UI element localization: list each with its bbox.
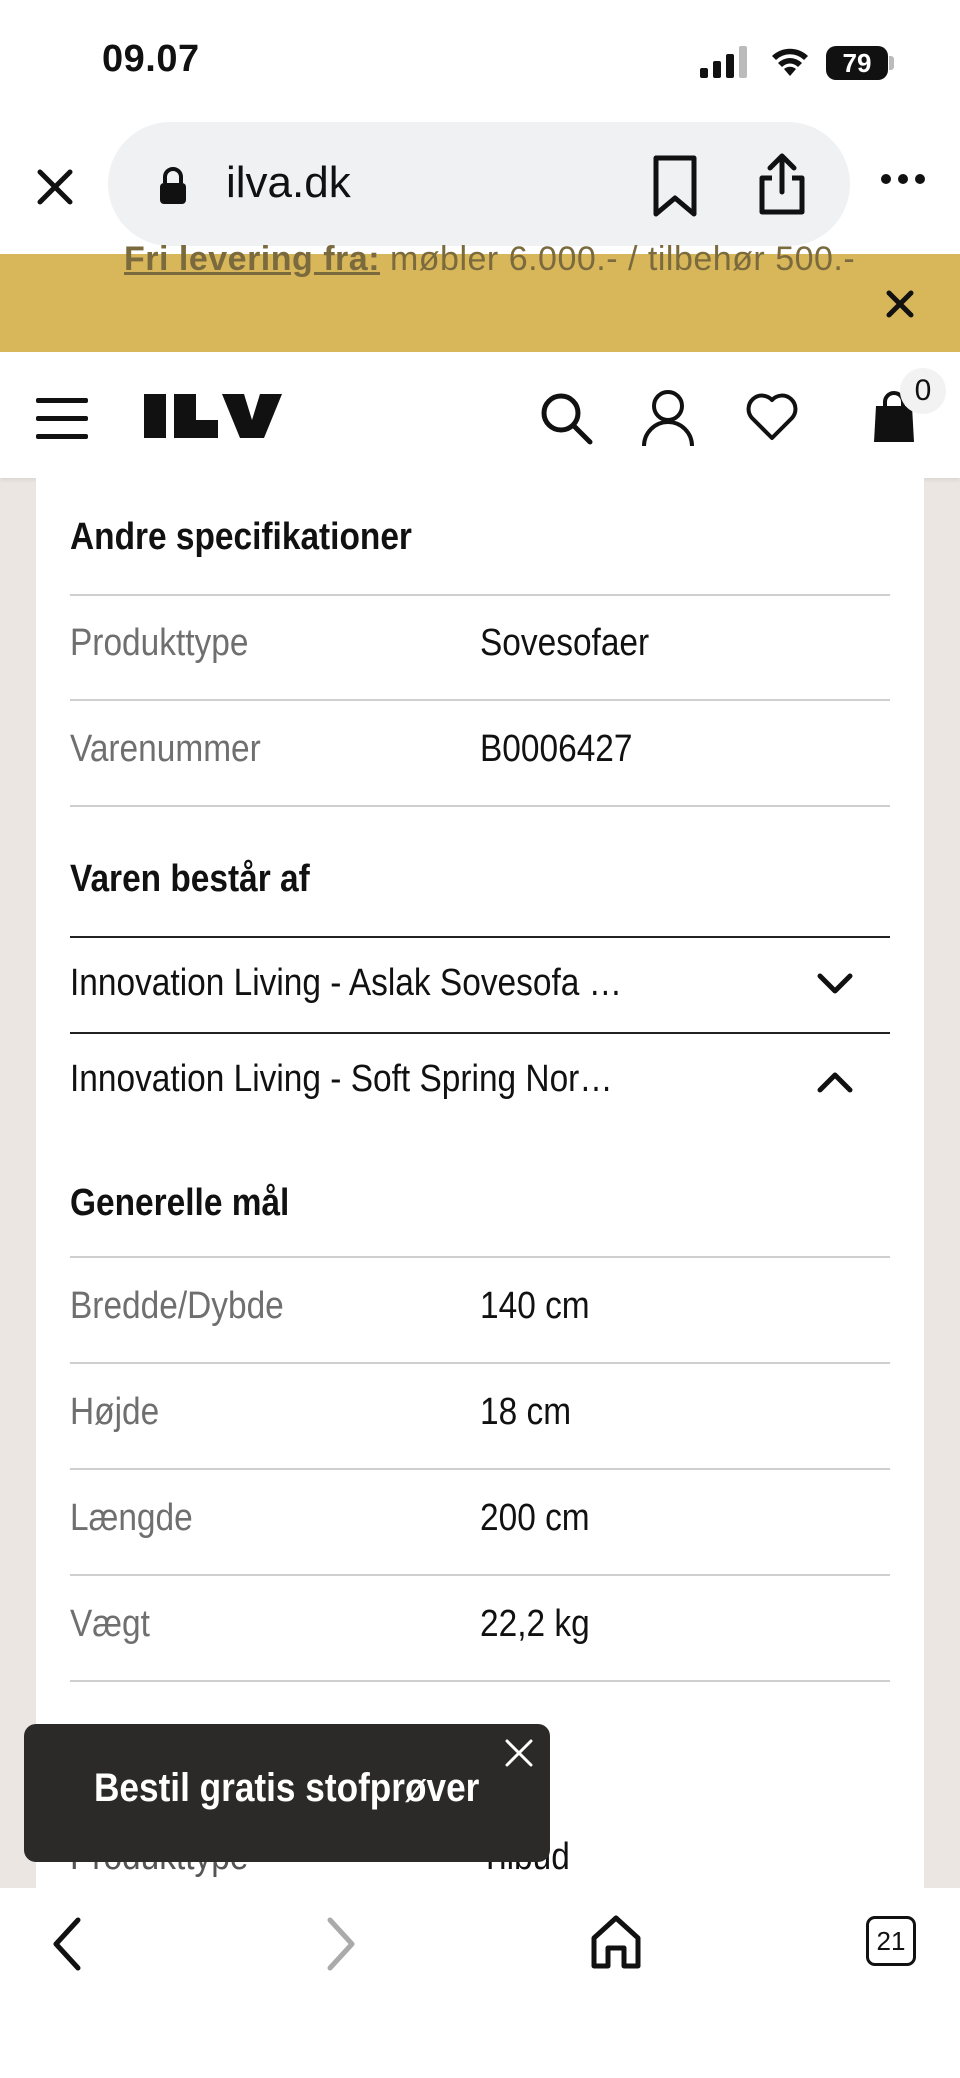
share-icon[interactable] xyxy=(756,152,808,216)
spec-label: Vægt xyxy=(70,1603,150,1645)
cart-count-badge[interactable]: 0 xyxy=(900,368,946,414)
toast-close-icon[interactable] xyxy=(502,1736,536,1770)
spec-value: B0006427 xyxy=(480,728,633,770)
spec-label: Produkttype xyxy=(70,622,249,664)
divider xyxy=(70,1032,890,1034)
spec-label: Længde xyxy=(70,1497,193,1539)
spec-value: 200 cm xyxy=(480,1497,590,1539)
home-icon[interactable] xyxy=(590,1914,642,1970)
signal-icon xyxy=(700,46,747,78)
battery-tip xyxy=(889,56,894,70)
divider xyxy=(70,1680,890,1682)
divider xyxy=(70,699,890,701)
spec-value: 22,2 kg xyxy=(480,1603,590,1645)
divider xyxy=(70,594,890,596)
status-time: 09.07 xyxy=(102,38,200,80)
ilva-logo[interactable] xyxy=(144,390,294,442)
battery-icon: 79 xyxy=(826,46,888,80)
spec-value: 140 cm xyxy=(480,1285,590,1327)
spec-value: Sovesofaer xyxy=(480,622,650,664)
spec-label: Bredde/Dybde xyxy=(70,1285,284,1327)
bookmark-icon[interactable] xyxy=(650,154,700,218)
divider xyxy=(70,805,890,807)
forward-icon[interactable] xyxy=(320,1914,360,1974)
address-bar[interactable] xyxy=(108,122,850,246)
browser-toolbar xyxy=(0,1888,960,2078)
lock-icon xyxy=(160,167,186,204)
promo-detail: møbler 6.000.- / tilbehør 500.- xyxy=(380,240,856,278)
accordion-item-aslak[interactable]: Innovation Living - Aslak Sovesofa … xyxy=(70,962,622,1005)
divider xyxy=(70,1468,890,1470)
divider xyxy=(70,1574,890,1576)
tabs-icon[interactable]: 21 xyxy=(866,1916,916,1966)
spec-label: Varenummer xyxy=(70,728,261,770)
section-title-general-dims: Generelle mål xyxy=(70,1182,290,1224)
menu-icon[interactable] xyxy=(36,396,88,442)
spec-value: 18 cm xyxy=(480,1391,572,1433)
close-icon[interactable] xyxy=(30,162,80,212)
back-icon[interactable] xyxy=(48,1914,88,1974)
url-text[interactable]: ilva.dk xyxy=(226,158,351,208)
wifi-icon xyxy=(772,48,808,76)
section-title-other-specs: Andre specifikationer xyxy=(70,516,412,558)
section-title-consists-of: Varen består af xyxy=(70,858,310,900)
search-icon[interactable] xyxy=(538,390,594,446)
accordion-item-soft-spring[interactable]: Innovation Living - Soft Spring Nor… xyxy=(70,1058,613,1101)
promo-close-icon[interactable] xyxy=(884,288,916,320)
toast-text[interactable]: Bestil gratis stofprøver xyxy=(94,1766,479,1811)
spec-label: Højde xyxy=(70,1391,160,1433)
user-icon[interactable] xyxy=(640,388,696,448)
divider xyxy=(70,936,890,938)
promo-label[interactable]: Fri levering fra: xyxy=(124,240,380,278)
chevron-down-icon[interactable] xyxy=(816,972,854,996)
divider xyxy=(70,1256,890,1258)
divider xyxy=(70,1362,890,1364)
heart-icon[interactable] xyxy=(744,390,800,442)
promo-text[interactable]: Fri levering fra: møbler 6.000.- / tilbe… xyxy=(124,240,855,279)
more-icon[interactable] xyxy=(880,172,926,186)
chevron-up-icon[interactable] xyxy=(816,1070,854,1094)
